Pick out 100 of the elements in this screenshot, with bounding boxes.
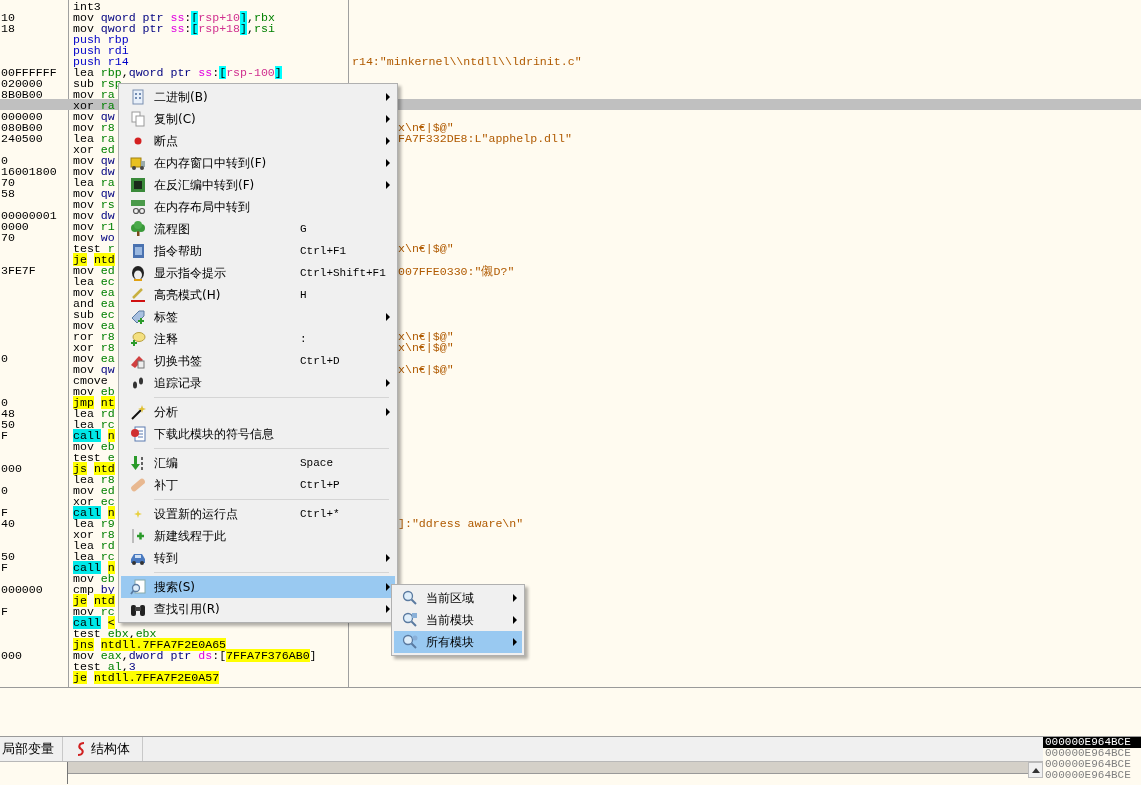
menu-item[interactable]: 在内存布局中转到 bbox=[121, 196, 395, 218]
menu-item[interactable]: 标签 bbox=[121, 306, 395, 328]
instruction-text: lea rc bbox=[73, 418, 115, 431]
instruction-text: lea rd bbox=[73, 407, 115, 420]
comment-text: r14:"minkernel\\ntdll\\ldrinit.c" bbox=[352, 55, 582, 68]
comment-text: FA7F332DE8:L"apphelp.dll" bbox=[398, 132, 572, 145]
tab[interactable]: 局部变量 bbox=[0, 737, 63, 761]
menu-item[interactable]: 显示指令提示 Ctrl+Shift+F1 bbox=[121, 262, 395, 284]
menu-item[interactable]: 当前模块 bbox=[394, 609, 522, 631]
menu-item[interactable]: 汇编 Space bbox=[121, 452, 395, 474]
address-text: 48 bbox=[1, 407, 15, 420]
menu-item[interactable]: 下载此模块的符号信息 bbox=[121, 423, 395, 445]
menu-item[interactable]: 指令帮助 Ctrl+F1 bbox=[121, 240, 395, 262]
instruction-text: lea rc bbox=[73, 550, 115, 563]
penguin-icon bbox=[129, 265, 146, 281]
address-text: 020000 bbox=[1, 77, 43, 90]
menu-item[interactable]: 流程图 G bbox=[121, 218, 395, 240]
instruction-text: xor ra bbox=[73, 99, 115, 112]
address-text: 0 bbox=[1, 352, 8, 365]
menu-item[interactable]: 在反汇编中转到(F) bbox=[121, 174, 395, 196]
shortcut-text: : bbox=[300, 333, 308, 345]
address-text: 50 bbox=[1, 418, 15, 431]
chip-icon bbox=[129, 177, 146, 193]
menu-item[interactable]: 转到 bbox=[121, 547, 395, 569]
address-text: 0000 bbox=[1, 220, 29, 233]
caret-icon bbox=[1031, 767, 1040, 773]
menu-item[interactable]: 切换书签 Ctrl+D bbox=[121, 350, 395, 372]
menu-item[interactable]: 补丁 Ctrl+P bbox=[121, 474, 395, 496]
instruction-text: mov ra bbox=[73, 88, 115, 101]
instruction-text: call n bbox=[73, 506, 115, 519]
instruction-text: mov qw bbox=[73, 363, 115, 376]
comment-text: ]:"ddress aware\n" bbox=[398, 517, 524, 530]
instruction-text: test r bbox=[73, 242, 115, 255]
instruction-text: ror r8 bbox=[73, 330, 115, 343]
menu-item[interactable]: 追踪记录 bbox=[121, 372, 395, 394]
address-text: F bbox=[1, 429, 8, 442]
instruction-text: call < bbox=[73, 616, 115, 629]
instruction-text: push r14 bbox=[73, 55, 129, 68]
comment-text: x\n€|$@" bbox=[398, 363, 454, 376]
instruction-text: je ntdll.7FFA7F2E0A57 bbox=[73, 671, 220, 684]
comment-text: x\n€|$@" bbox=[398, 330, 454, 343]
instruction-text: xor r8 bbox=[73, 341, 115, 354]
address-text: 3FE7F bbox=[1, 264, 36, 277]
dump-line: 000000E964BCE bbox=[1044, 770, 1132, 781]
comment-text: x\n€|$@" bbox=[398, 242, 454, 255]
instruction-text: mov eb bbox=[73, 440, 115, 453]
menu-item[interactable]: 复制(C) bbox=[121, 108, 395, 130]
instruction-text: je ntd bbox=[73, 253, 115, 266]
document-icon bbox=[129, 426, 146, 442]
instruction-text: lea ra bbox=[73, 132, 115, 145]
instruction-text: mov eb bbox=[73, 572, 115, 585]
instruction-text: mov ea bbox=[73, 352, 115, 365]
instruction-text: jmp nt bbox=[73, 396, 115, 409]
instruction-text: test ebx,ebx bbox=[73, 627, 157, 640]
address-text: F bbox=[1, 605, 8, 618]
tag-icon bbox=[129, 309, 146, 325]
instruction-text: xor ec bbox=[73, 495, 115, 508]
instruction-text: push rbp bbox=[73, 33, 129, 46]
menu-item[interactable]: 搜索(S) bbox=[121, 576, 395, 598]
shortcut-text: G bbox=[300, 223, 308, 235]
tree-icon bbox=[129, 221, 146, 237]
address-text: 080B00 bbox=[1, 121, 43, 134]
instruction-text: mov qw bbox=[73, 154, 115, 167]
menu-item[interactable]: 新建线程于此 bbox=[121, 525, 395, 547]
address-text: 16001800 bbox=[1, 165, 57, 178]
menu-item[interactable]: 注释 : bbox=[121, 328, 395, 350]
instruction-text: and ea bbox=[73, 297, 115, 310]
instruction-text: test al,3 bbox=[73, 660, 136, 673]
search-icon bbox=[129, 579, 146, 595]
scroll-up-button[interactable] bbox=[1028, 762, 1043, 778]
instruction-text: mov dw bbox=[73, 165, 115, 178]
binary-file-icon bbox=[129, 89, 146, 105]
address-text: 58 bbox=[1, 187, 15, 200]
address-text: F bbox=[1, 561, 8, 574]
comment-text: 007FFE0330:"儭D?" bbox=[398, 265, 515, 278]
instruction-text: test e bbox=[73, 451, 115, 464]
instruction-text: je ntd bbox=[73, 594, 115, 607]
address-text: 18 bbox=[1, 22, 15, 35]
menu-item[interactable]: 高亮模式(H) H bbox=[121, 284, 395, 306]
address-text: 10 bbox=[1, 11, 15, 24]
instruction-text: mov qw bbox=[73, 110, 115, 123]
thread-icon bbox=[129, 528, 146, 544]
menu-item[interactable]: 分析 bbox=[121, 401, 395, 423]
address-text: 70 bbox=[1, 231, 15, 244]
menu-item[interactable]: 当前区域 bbox=[394, 587, 522, 609]
address-text: 000000 bbox=[1, 583, 43, 596]
menu-item[interactable]: 所有模块 bbox=[394, 631, 522, 653]
memory-icon bbox=[129, 199, 146, 215]
menu-item[interactable]: 设置新的运行点 Ctrl+* bbox=[121, 503, 395, 525]
address-text: 8B0B00 bbox=[1, 88, 43, 101]
dump-line: 000000E964BCE bbox=[1044, 748, 1132, 759]
instruction-text: lea rbp,qword ptr ss:[rsp-100] bbox=[73, 66, 282, 79]
menu-item[interactable]: 在内存窗口中转到(F) bbox=[121, 152, 395, 174]
address-text: 70 bbox=[1, 176, 15, 189]
shortcut-text: Ctrl+P bbox=[300, 479, 341, 491]
instruction-text: mov ea bbox=[73, 286, 115, 299]
curl-icon bbox=[75, 741, 87, 757]
instruction-text: lea rd bbox=[73, 539, 115, 552]
comment-text: x\n€|$@" bbox=[398, 341, 454, 354]
menu-item[interactable]: 断点 bbox=[121, 130, 395, 152]
